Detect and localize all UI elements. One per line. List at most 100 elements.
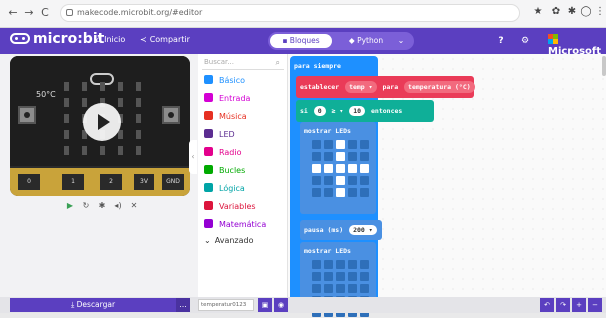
project-name-input[interactable]: temperatur0123	[198, 299, 254, 311]
chevron-left-icon[interactable]: ‹	[189, 140, 197, 174]
play-icon[interactable]: ▶	[64, 200, 76, 212]
led-cell[interactable]	[348, 188, 357, 197]
led-cell[interactable]	[360, 260, 369, 269]
led-cell[interactable]	[324, 260, 333, 269]
button-b[interactable]	[162, 106, 180, 124]
led-cell[interactable]	[312, 260, 321, 269]
redo-icon[interactable]: ↷	[556, 298, 570, 312]
variable-dropdown[interactable]: temp ▾	[345, 81, 377, 93]
category-2[interactable]: Música	[204, 108, 286, 126]
forward-icon[interactable]: →	[22, 6, 36, 20]
restart-icon[interactable]: ↻	[80, 200, 92, 212]
category-6[interactable]: Lógica	[204, 180, 286, 198]
led-cell[interactable]	[336, 188, 345, 197]
led-cell[interactable]	[336, 152, 345, 161]
led-cell[interactable]	[324, 140, 333, 149]
led-cell[interactable]	[324, 164, 333, 173]
compare-operator[interactable]: ≥ ▾	[332, 107, 344, 115]
workspace-scrollbar[interactable]	[602, 56, 606, 76]
if-block[interactable]: si 0 ≥ ▾ 10 entonces	[296, 100, 434, 122]
led-cell[interactable]	[312, 272, 321, 281]
python-tab[interactable]: ◆ Python	[344, 34, 388, 48]
fullscreen-icon[interactable]: ✕	[128, 200, 140, 212]
led-cell[interactable]	[360, 152, 369, 161]
category-7[interactable]: Variables	[204, 198, 286, 216]
download-button[interactable]: ⤓ Descargar	[10, 298, 176, 312]
led-cell[interactable]	[312, 164, 321, 173]
button-a[interactable]	[18, 106, 36, 124]
led-cell[interactable]	[312, 152, 321, 161]
led-cell[interactable]	[336, 164, 345, 173]
toolbox-search-input[interactable]: Buscar... ⌕	[202, 56, 284, 70]
led-cell[interactable]	[348, 140, 357, 149]
pin-2[interactable]: 2	[100, 174, 122, 190]
led-cell[interactable]	[324, 284, 333, 293]
slowmo-icon[interactable]: ✱	[96, 200, 108, 212]
led-cell[interactable]	[324, 188, 333, 197]
pause-value[interactable]: 200 ▾	[349, 225, 377, 235]
chevron-down-icon[interactable]: ⌄	[394, 34, 408, 48]
led-grid-editor[interactable]	[312, 140, 370, 198]
led-cell[interactable]	[348, 272, 357, 281]
reload-icon[interactable]: C	[38, 6, 52, 20]
category-advanced[interactable]: ⌄ Avanzado	[204, 232, 286, 250]
led-cell[interactable]	[360, 140, 369, 149]
category-5[interactable]: Bucles	[204, 162, 286, 180]
compare-left-input[interactable]: 0	[313, 106, 326, 116]
led-cell[interactable]	[324, 152, 333, 161]
led-cell[interactable]	[348, 260, 357, 269]
play-icon[interactable]	[83, 103, 121, 141]
menu-icon[interactable]: ⋮	[594, 6, 606, 18]
compare-right-input[interactable]: 10	[349, 106, 366, 116]
blocks-tab[interactable]: ▪ Bloques	[270, 34, 332, 48]
led-cell[interactable]	[348, 164, 357, 173]
star-icon[interactable]: ★	[532, 6, 544, 18]
show-leds-block[interactable]: mostrar LEDs	[300, 122, 376, 214]
back-icon[interactable]: ←	[6, 6, 20, 20]
home-button[interactable]: ⌂ Inicio	[96, 35, 125, 44]
led-cell[interactable]	[360, 272, 369, 281]
category-1[interactable]: Entrada	[204, 90, 286, 108]
category-4[interactable]: Radio	[204, 144, 286, 162]
led-cell[interactable]	[360, 284, 369, 293]
led-cell[interactable]	[312, 188, 321, 197]
led-cell[interactable]	[336, 176, 345, 185]
github-icon[interactable]: ◉	[274, 298, 288, 312]
extension-icon[interactable]: ✿	[550, 6, 562, 18]
share-button[interactable]: ≺ Compartir	[140, 35, 190, 44]
led-cell[interactable]	[312, 176, 321, 185]
temperature-block[interactable]: temperatura (°C)	[404, 81, 475, 93]
led-cell[interactable]	[312, 284, 321, 293]
address-bar[interactable]: makecode.microbit.org/#editor	[60, 4, 520, 22]
microbit-logo[interactable]: micro:bit	[10, 31, 104, 47]
led-cell[interactable]	[336, 260, 345, 269]
more-button[interactable]: ...	[176, 298, 190, 312]
puzzle-icon[interactable]: ✱	[566, 6, 578, 18]
led-cell[interactable]	[348, 284, 357, 293]
set-variable-block[interactable]: establecer temp ▾ para temperatura (°C)	[296, 76, 475, 98]
led-cell[interactable]	[336, 272, 345, 281]
show-leds-block-2[interactable]: mostrar LEDs	[300, 242, 376, 317]
pin-0[interactable]: 0	[18, 174, 40, 190]
led-cell[interactable]	[348, 176, 357, 185]
led-cell[interactable]	[324, 176, 333, 185]
led-cell[interactable]	[360, 176, 369, 185]
category-0[interactable]: Básico	[204, 72, 286, 90]
led-cell[interactable]	[336, 140, 345, 149]
microbit-simulator[interactable]: 50°C 0 1 2 3V GND	[10, 56, 190, 196]
zoom-in-icon[interactable]: +	[572, 298, 586, 312]
profile-icon[interactable]: ◯	[580, 6, 592, 18]
pause-block[interactable]: pausa (ms) 200 ▾	[300, 220, 382, 240]
led-cell[interactable]	[360, 188, 369, 197]
led-cell[interactable]	[336, 284, 345, 293]
blocks-workspace[interactable]: para siempre establecer temp ▾ para temp…	[288, 54, 606, 317]
led-cell[interactable]	[324, 272, 333, 281]
led-cell[interactable]	[348, 152, 357, 161]
mute-icon[interactable]: ◂)	[112, 200, 124, 212]
category-3[interactable]: LED	[204, 126, 286, 144]
zoom-out-icon[interactable]: −	[588, 298, 602, 312]
pin-1[interactable]: 1	[62, 174, 84, 190]
led-cell[interactable]	[360, 164, 369, 173]
led-cell[interactable]	[312, 140, 321, 149]
save-icon[interactable]: ▣	[258, 298, 272, 312]
